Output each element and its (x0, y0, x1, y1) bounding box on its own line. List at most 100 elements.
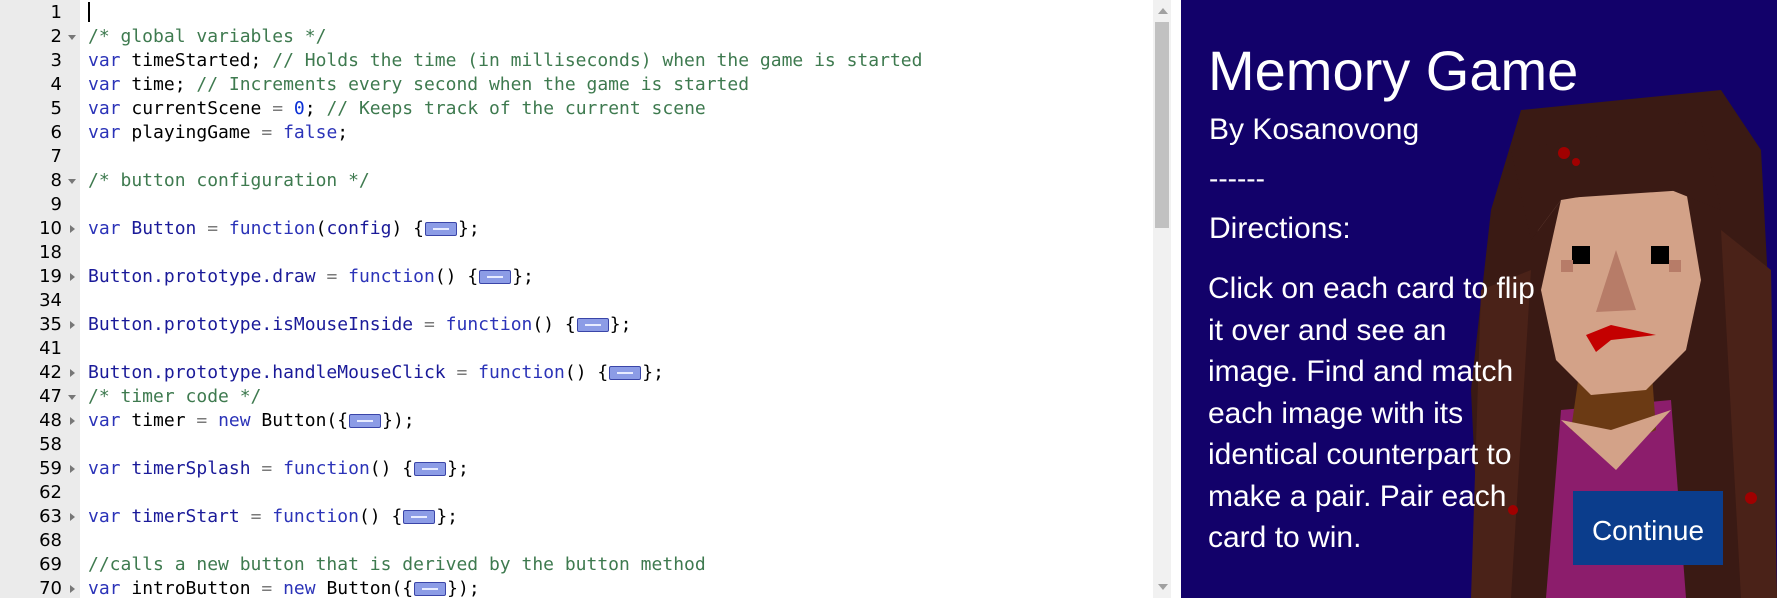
fold-collapsed-arrow-icon[interactable] (70, 465, 75, 473)
code-line[interactable]: 62 (0, 481, 1155, 505)
code-token: // Holds the time (in milliseconds) when… (272, 50, 923, 71)
line-number: 4 (50, 74, 62, 95)
code-line[interactable]: 18 (0, 241, 1155, 265)
code-token: draw (272, 266, 316, 287)
code-line[interactable]: 41 (0, 337, 1155, 361)
code-text[interactable]: var time; // Increments every second whe… (88, 73, 749, 97)
folded-code-marker-icon[interactable] (403, 510, 436, 524)
code-token: config (326, 218, 392, 239)
code-line[interactable]: 5 var currentScene = 0; // Keeps track of… (0, 97, 1155, 121)
code-line[interactable]: 48 var timer = new Button({}); (0, 409, 1155, 433)
code-line[interactable]: 4 var time; // Increments every second wh… (0, 73, 1155, 97)
folded-code-marker-icon[interactable] (479, 270, 512, 284)
line-number: 2 (50, 26, 62, 47)
fold-expanded-arrow-icon[interactable] (68, 395, 76, 400)
code-line[interactable]: 2 /* global variables */ (0, 25, 1155, 49)
fold-collapsed-arrow-icon[interactable] (70, 321, 75, 329)
code-text[interactable]: var playingGame = false; (88, 121, 348, 145)
fold-collapsed-arrow-icon[interactable] (70, 585, 75, 593)
fold-expanded-arrow-icon[interactable] (68, 179, 76, 184)
folded-code-marker-icon[interactable] (414, 462, 447, 476)
code-token: }; (512, 266, 534, 287)
code-text[interactable]: var timerSplash = function() {}; (88, 457, 469, 481)
code-token: .prototype. (153, 362, 273, 383)
code-text[interactable]: /* timer code */ (88, 385, 261, 409)
code-text[interactable]: Button.prototype.isMouseInside = functio… (88, 313, 631, 337)
code-text[interactable]: /* global variables */ (88, 25, 326, 49)
code-token: var (88, 98, 121, 119)
continue-button[interactable]: Continue (1573, 491, 1723, 565)
program-output-canvas[interactable]: Memory Game By Kosanovong ------ Directi… (1181, 0, 1777, 598)
code-token: Button({ (315, 578, 414, 598)
line-number: 7 (50, 146, 62, 167)
code-line[interactable]: 63 var timerStart = function() {}; (0, 505, 1155, 529)
code-text[interactable]: var timer = new Button({}); (88, 409, 415, 433)
fold-collapsed-arrow-icon[interactable] (70, 417, 75, 425)
code-token: var (88, 410, 121, 431)
code-line[interactable]: 9 (0, 193, 1155, 217)
code-line[interactable]: 8 /* button configuration */ (0, 169, 1155, 193)
code-line[interactable]: 6 var playingGame = false; (0, 121, 1155, 145)
code-token: () { (358, 506, 403, 527)
folded-code-marker-icon[interactable] (349, 414, 382, 428)
code-token: timerSplash (120, 458, 262, 479)
line-number: 48 (39, 410, 62, 431)
directions-heading: Directions: (1209, 212, 1351, 245)
fold-collapsed-arrow-icon[interactable] (70, 369, 75, 377)
code-line[interactable]: 10 var Button = function(config) {}; (0, 217, 1155, 241)
code-text[interactable]: var Button = function(config) {}; (88, 217, 480, 241)
code-line[interactable]: 42 Button.prototype.handleMouseClick = fu… (0, 361, 1155, 385)
code-token: /* global variables */ (88, 26, 327, 47)
code-line[interactable]: 35 Button.prototype.isMouseInside = funct… (0, 313, 1155, 337)
fold-expanded-arrow-icon[interactable] (68, 35, 76, 40)
code-token: function (348, 266, 435, 287)
scroll-down-arrow-icon[interactable] (1158, 584, 1168, 590)
line-number: 6 (50, 122, 62, 143)
code-token: ( (315, 218, 327, 239)
code-token: var (88, 578, 121, 598)
code-text[interactable]: var timeStarted; // Holds the time (in m… (88, 49, 922, 73)
folded-code-marker-icon[interactable] (609, 366, 642, 380)
code-token: .prototype. (153, 266, 273, 287)
code-text[interactable]: //calls a new button that is derived by … (88, 553, 706, 577)
code-editor[interactable]: 1 2 /* global variables */ 3 var timeStarted… (0, 0, 1155, 598)
code-token: 0 (293, 98, 305, 119)
code-text[interactable]: Button.prototype.handleMouseClick = func… (88, 361, 664, 385)
folded-code-marker-icon[interactable] (576, 318, 609, 332)
line-number: 3 (50, 50, 62, 71)
fold-collapsed-arrow-icon[interactable] (70, 273, 75, 281)
scrollbar-thumb[interactable] (1155, 22, 1169, 228)
code-text[interactable]: var introButton = new Button({}); (88, 577, 480, 598)
code-line[interactable]: 19 Button.prototype.draw = function() {}; (0, 265, 1155, 289)
code-text[interactable]: var currentScene = 0; // Keeps track of … (88, 97, 706, 121)
scroll-up-arrow-icon[interactable] (1158, 8, 1168, 14)
line-number: 58 (39, 434, 62, 455)
code-line[interactable]: 34 (0, 289, 1155, 313)
folded-code-marker-icon[interactable] (414, 582, 447, 596)
code-token: time; (120, 74, 197, 95)
code-text[interactable]: /* button configuration */ (88, 169, 370, 193)
code-line[interactable]: 70 var introButton = new Button({}); (0, 577, 1155, 598)
code-line[interactable]: 7 (0, 145, 1155, 169)
code-line[interactable]: 3 var timeStarted; // Holds the time (in … (0, 49, 1155, 73)
folded-code-marker-icon[interactable] (425, 222, 457, 236)
code-line[interactable]: 47 /* timer code */ (0, 385, 1155, 409)
code-line[interactable]: 59 var timerSplash = function() {}; (0, 457, 1155, 481)
code-text[interactable]: var timerStart = function() {}; (88, 505, 458, 529)
code-token: var (88, 506, 121, 527)
code-line[interactable]: 69 //calls a new button that is derived b… (0, 553, 1155, 577)
code-line[interactable]: 58 (0, 433, 1155, 457)
code-line[interactable]: 1 (0, 1, 1155, 25)
code-token: }); (447, 578, 480, 598)
fold-collapsed-arrow-icon[interactable] (70, 513, 75, 521)
fold-collapsed-arrow-icon[interactable] (70, 225, 75, 233)
line-number: 18 (39, 242, 62, 263)
code-line[interactable]: 68 (0, 529, 1155, 553)
code-text[interactable]: Button.prototype.draw = function() {}; (88, 265, 534, 289)
